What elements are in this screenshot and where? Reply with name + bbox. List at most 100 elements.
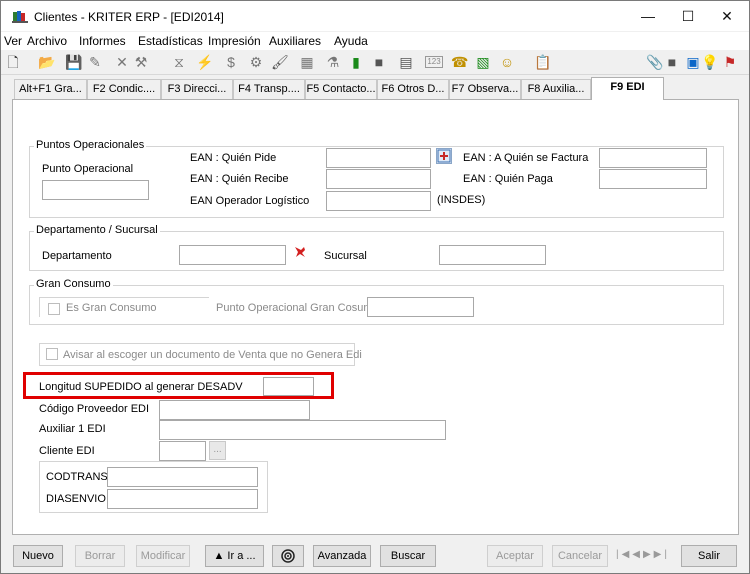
minimize-button[interactable]: — xyxy=(630,5,666,27)
tab-graficos[interactable]: Alt+F1 Gra... xyxy=(14,79,87,99)
brush-icon[interactable]: 🖌 xyxy=(271,54,289,70)
tab-auxiliares[interactable]: F8 Auxilia... xyxy=(521,79,591,99)
ean-logistico-input[interactable] xyxy=(326,191,431,211)
bar-chart-icon[interactable]: ▮ xyxy=(348,54,364,70)
punto-gran-consumo-input[interactable] xyxy=(367,297,474,317)
avanzada-button[interactable]: Avanzada xyxy=(313,545,371,567)
diasenvio-input[interactable] xyxy=(107,489,258,509)
button-bar: Nuevo Borrar Modificar ▲ Ir a ... Avanza… xyxy=(1,541,749,573)
avisar-label: Avisar al escoger un documento de Venta … xyxy=(63,349,362,361)
app-books-icon xyxy=(12,11,28,23)
lock-icon[interactable]: ⚑ xyxy=(722,54,738,70)
avisar-checkbox[interactable] xyxy=(46,348,58,360)
menu-ver[interactable]: Ver xyxy=(4,34,22,48)
lightbulb-icon[interactable]: 💡 xyxy=(701,54,718,70)
maximize-button[interactable]: ☐ xyxy=(670,5,706,27)
ean-factura-label: EAN : A Quién se Factura xyxy=(463,152,589,164)
toolbar: 🗋 📂 💾 ✎ ✕ ⚒ ⧖ ⚡ $ ⚙ 🖌 ▦ ⚗ ▮ ■ ▤ 123 ☎ ▧ ☺ 📋 📎 ■ ▣ 💡 ⚑ xyxy=(1,51,749,75)
auxiliar1-label: Auxiliar 1 EDI xyxy=(39,423,106,435)
buscar-button[interactable]: Buscar xyxy=(380,545,436,567)
gear-icon[interactable]: ⚙ xyxy=(248,54,264,70)
aceptar-button[interactable]: Aceptar xyxy=(487,545,543,567)
phone-icon[interactable]: ☎ xyxy=(451,54,468,70)
calculator-icon[interactable]: ▤ xyxy=(398,54,414,70)
longitud-supedido-label: Longitud SUPEDIDO al generar DESADV xyxy=(39,381,243,393)
window-title: Clientes - KRITER ERP - [EDI2014] xyxy=(34,10,224,24)
fingerprint-button[interactable] xyxy=(272,545,304,567)
tab-condiciones[interactable]: F2 Condic.... xyxy=(87,79,161,99)
clipboard-icon[interactable]: 📋 xyxy=(534,54,551,70)
codigo-proveedor-label: Código Proveedor EDI xyxy=(39,403,150,415)
record-nav-arrows[interactable]: |◀◀▶▶| xyxy=(616,545,672,567)
ean-factura-input[interactable] xyxy=(599,148,707,168)
menu-archivo[interactable]: Archivo xyxy=(27,34,67,48)
paperclip-icon[interactable]: 📎 xyxy=(646,54,663,70)
gran-consumo-label: Es Gran Consumo xyxy=(66,302,157,314)
red-lookup-icon[interactable] xyxy=(292,244,308,260)
funnel-icon[interactable]: ⧖ xyxy=(171,54,187,70)
title-bar: Clientes - KRITER ERP - [EDI2014] — ☐ ✕ xyxy=(1,1,749,31)
filter-icon[interactable]: ⚗ xyxy=(325,54,341,70)
borrar-button[interactable]: Borrar xyxy=(75,545,125,567)
save-icon[interactable]: 💾 xyxy=(65,54,82,70)
hammer-icon[interactable]: ⚒ xyxy=(133,54,149,70)
auxiliar1-input[interactable] xyxy=(159,420,446,440)
gran-consumo-checkbox[interactable] xyxy=(48,303,60,315)
punto-gran-consumo-label: Punto Operacional Gran Cosumo xyxy=(216,302,379,314)
punto-operacional-input[interactable] xyxy=(42,180,149,200)
new-doc-icon[interactable]: 🗋 xyxy=(5,54,21,70)
dark-square-icon[interactable]: ■ xyxy=(371,54,387,70)
smiley-icon[interactable]: ☺ xyxy=(499,54,515,70)
ean-paga-input[interactable] xyxy=(599,169,707,189)
cliente-edi-input[interactable] xyxy=(159,441,206,461)
sucursal-label: Sucursal xyxy=(324,250,367,262)
wand-icon[interactable]: ⚡ xyxy=(196,54,213,70)
codtrans-label: CODTRANS xyxy=(46,471,108,483)
open-folder-icon[interactable]: 📂 xyxy=(38,54,55,70)
cliente-edi-lookup-button[interactable]: ... xyxy=(209,441,226,460)
ean-recibe-label: EAN : Quién Recibe xyxy=(190,173,289,185)
modificar-button[interactable]: Modificar xyxy=(136,545,190,567)
menu-impresion[interactable]: Impresión xyxy=(208,34,261,48)
codigo-proveedor-input[interactable] xyxy=(159,400,310,420)
blue-square-icon[interactable]: ■ xyxy=(664,54,680,70)
tab-otros-datos[interactable]: F6 Otros D... xyxy=(377,79,449,99)
salir-button[interactable]: Salir xyxy=(681,545,737,567)
grid-icon[interactable]: ▦ xyxy=(299,54,315,70)
ir-a-button[interactable]: ▲ Ir a ... xyxy=(205,545,264,567)
ean-recibe-input[interactable] xyxy=(326,169,431,189)
menu-estadisticas[interactable]: Estadísticas xyxy=(138,34,203,48)
departamento-sucursal-group: Departamento / Sucursal xyxy=(29,224,724,271)
ean-pide-input[interactable] xyxy=(326,148,431,168)
departamento-label: Departamento xyxy=(42,250,112,262)
group-title: Puntos Operacionales xyxy=(34,139,147,151)
calendar-add-icon[interactable] xyxy=(436,148,452,164)
excel-icon[interactable]: ▧ xyxy=(475,54,491,70)
ean-paga-label: EAN : Quién Paga xyxy=(463,173,553,185)
group-title: Departamento / Sucursal xyxy=(34,224,160,236)
layout-icon[interactable]: ▣ xyxy=(685,54,701,70)
longitud-supedido-input[interactable] xyxy=(263,377,314,396)
tab-contactos[interactable]: F5 Contacto... xyxy=(305,79,377,99)
tab-edi[interactable]: F9 EDI xyxy=(591,77,664,100)
delete-x-icon[interactable]: ✕ xyxy=(114,54,130,70)
edit-icon[interactable]: ✎ xyxy=(87,54,103,70)
cancelar-button[interactable]: Cancelar xyxy=(552,545,608,567)
dollar-icon[interactable]: $ xyxy=(223,54,239,70)
sucursal-input[interactable] xyxy=(439,245,546,265)
edi-panel: Puntos Operacionales Punto Operacional E… xyxy=(12,99,739,535)
tab-direcciones[interactable]: F3 Direcci... xyxy=(161,79,233,99)
menu-ayuda[interactable]: Ayuda xyxy=(334,34,368,48)
cliente-edi-label: Cliente EDI xyxy=(39,445,95,457)
diasenvio-label: DIASENVIO xyxy=(46,493,106,505)
menu-bar: Ver Archivo Informes Estadísticas Impres… xyxy=(1,32,749,50)
menu-auxiliares[interactable]: Auxiliares xyxy=(269,34,321,48)
nuevo-button[interactable]: Nuevo xyxy=(13,545,63,567)
tab-transportes[interactable]: F4 Transp.... xyxy=(233,79,305,99)
departamento-input[interactable] xyxy=(179,245,286,265)
counter-123-icon[interactable]: 123 xyxy=(425,56,443,68)
close-button[interactable]: ✕ xyxy=(709,5,745,27)
menu-informes[interactable]: Informes xyxy=(79,34,126,48)
tab-observaciones[interactable]: F7 Observa... xyxy=(449,79,521,99)
codtrans-input[interactable] xyxy=(107,467,258,487)
